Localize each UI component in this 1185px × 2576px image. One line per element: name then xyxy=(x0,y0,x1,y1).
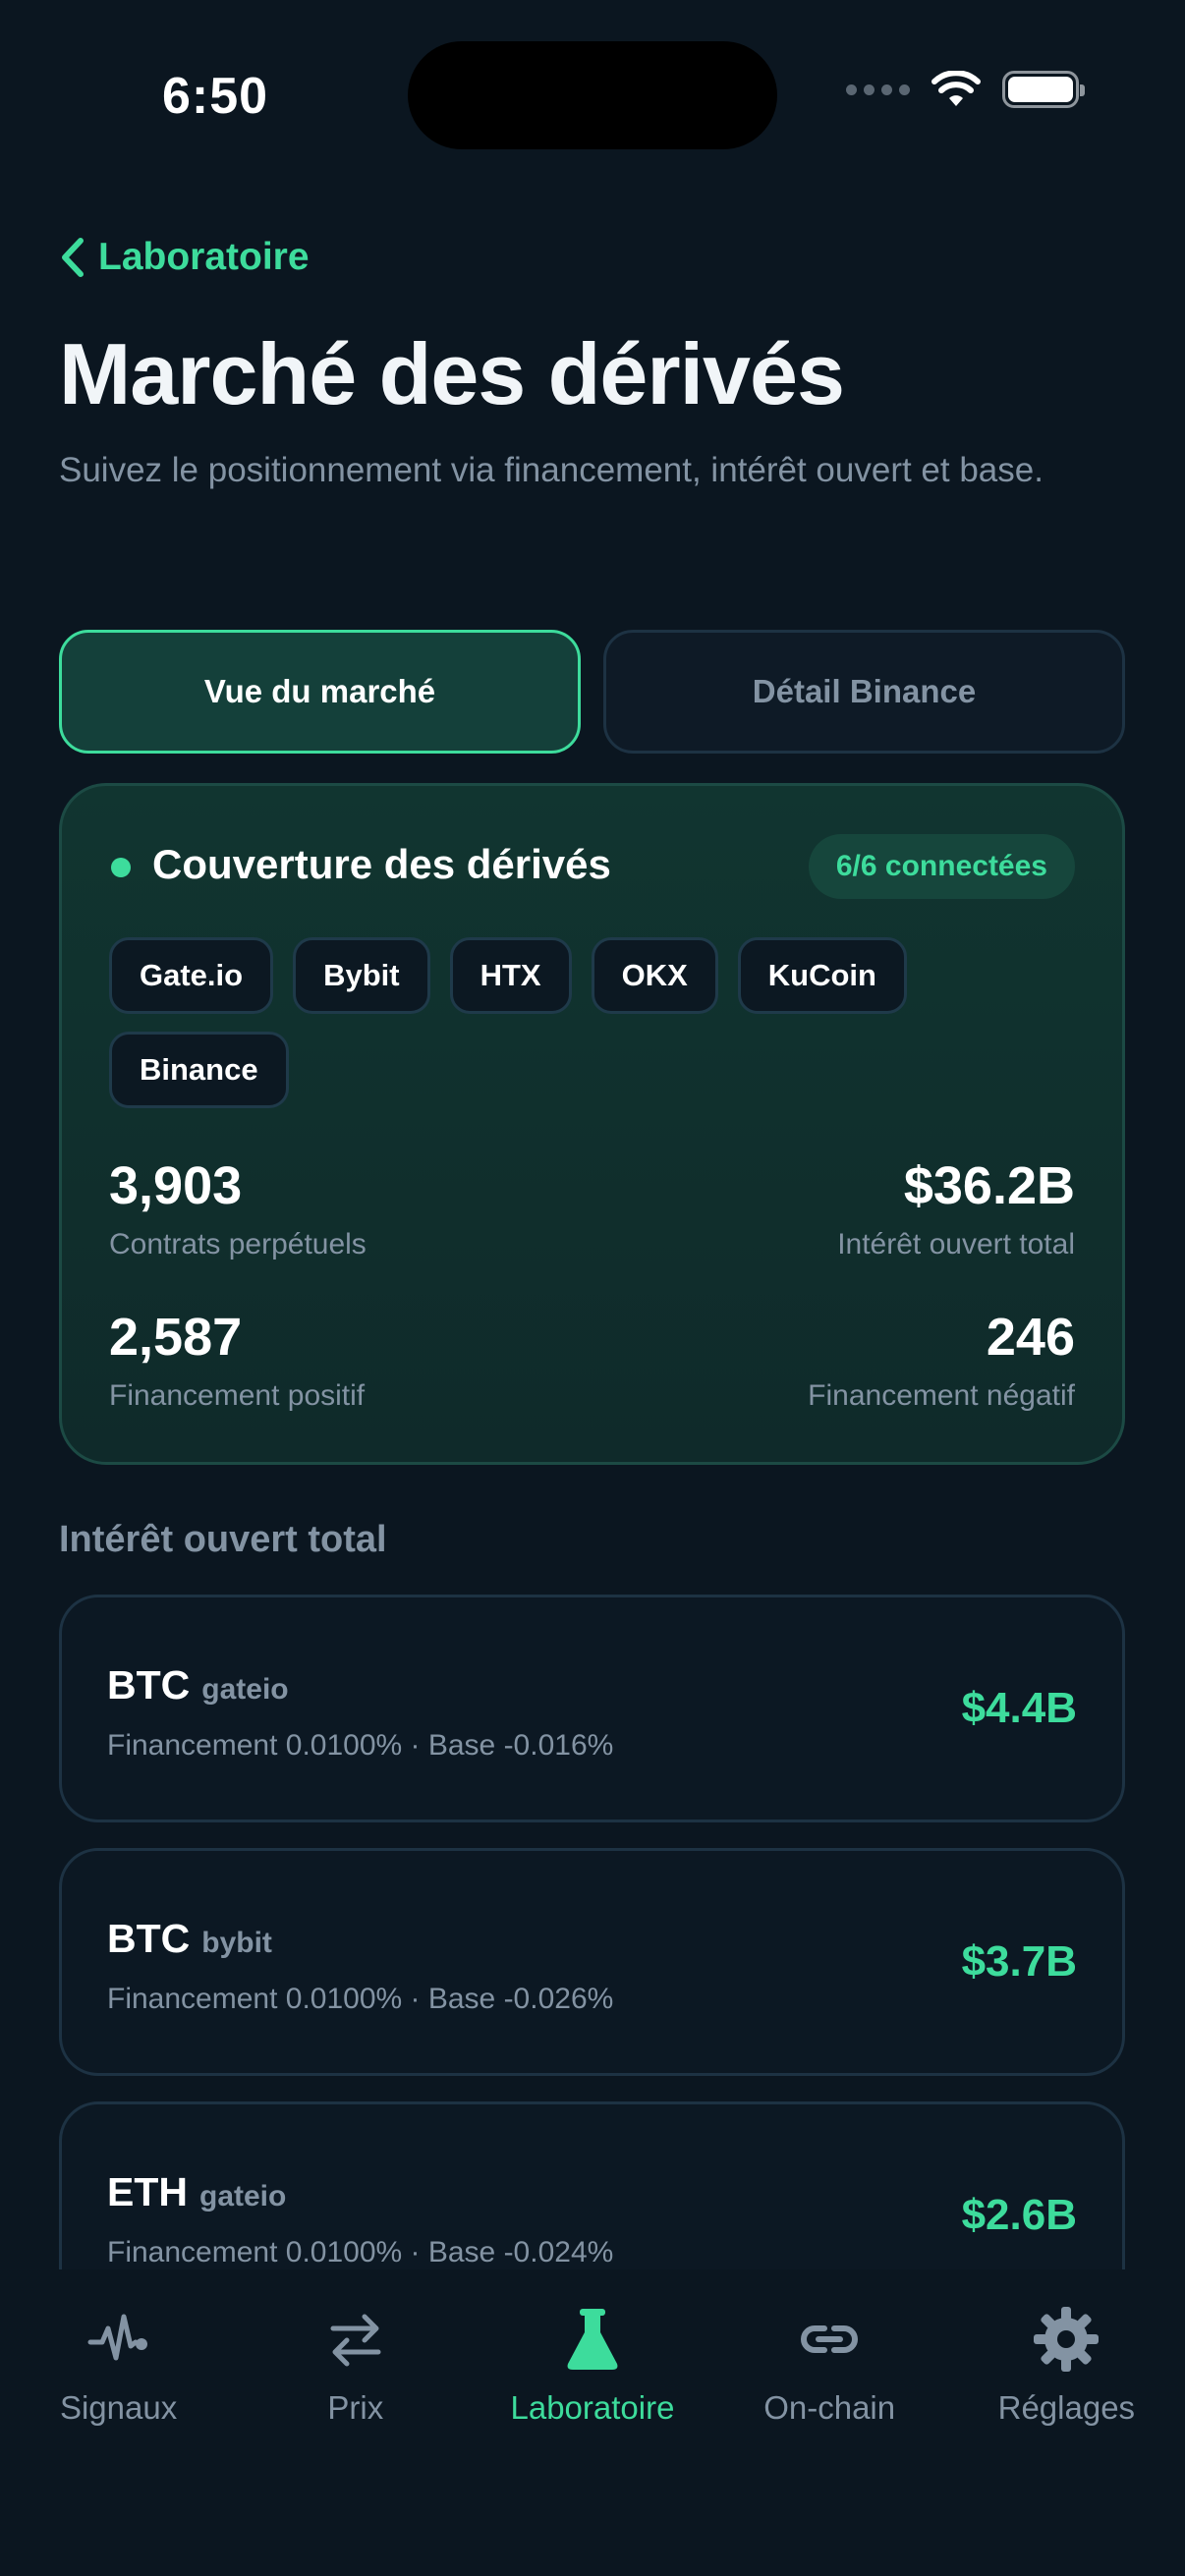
tab-settings[interactable]: Réglages xyxy=(948,2269,1185,2576)
stat-label: Contrats perpétuels xyxy=(109,1228,367,1260)
tab-market-view[interactable]: Vue du marché xyxy=(59,630,581,754)
exchange-chip[interactable]: KuCoin xyxy=(737,937,907,1014)
stat-label: Financement positif xyxy=(109,1379,366,1412)
chevron-left-icon xyxy=(62,238,84,277)
exchange-chip[interactable]: HTX xyxy=(449,937,572,1014)
back-label: Laboratoire xyxy=(98,236,310,278)
tab-label: Réglages xyxy=(997,2389,1136,2426)
exchange-chip[interactable]: Bybit xyxy=(293,937,430,1014)
tab-prices[interactable]: Prix xyxy=(237,2269,474,2576)
oi-name: BTC bybit xyxy=(107,1916,272,1962)
stat-positive-funding: 2,587 Financement positif xyxy=(109,1307,365,1413)
oi-name: BTC gateio xyxy=(107,1662,289,1708)
connected-badge: 6/6 connectées xyxy=(808,834,1075,899)
coverage-title: Couverture des dérivés xyxy=(152,841,611,887)
status-time: 6:50 xyxy=(162,68,269,125)
tab-label: Laboratoire xyxy=(510,2389,675,2426)
wifi-icon xyxy=(931,71,981,106)
gear-icon xyxy=(1032,2305,1100,2374)
oi-exchange: bybit xyxy=(201,1927,272,1959)
stat-label: Financement négatif xyxy=(808,1379,1075,1412)
stat-perpetuals: 3,903 Contrats perpétuels xyxy=(109,1155,367,1261)
battery-icon xyxy=(1002,71,1085,108)
exchange-chips: Gate.io Bybit HTX OKX KuCoin Binance xyxy=(109,937,1082,1108)
oi-symbol: ETH xyxy=(107,2169,188,2214)
oi-exchange: gateio xyxy=(201,1673,289,1706)
oi-value: $3.7B xyxy=(961,1937,1077,1986)
oi-value: $4.4B xyxy=(961,1684,1077,1732)
dynamic-island xyxy=(408,41,777,149)
oi-meta: Financement 0.0100% · Base -0.026% xyxy=(107,1983,614,2015)
link-icon xyxy=(795,2305,864,2374)
oi-symbol: BTC xyxy=(107,1916,191,1961)
exchange-chip[interactable]: Binance xyxy=(109,1032,289,1108)
stat-total-oi: $36.2B Intérêt ouvert total xyxy=(837,1155,1075,1261)
stat-value: 2,587 xyxy=(109,1308,243,1367)
page-subtitle: Suivez le positionnement via financement… xyxy=(59,451,1044,489)
oi-exchange: gateio xyxy=(199,2180,287,2212)
cellular-signal-icon xyxy=(846,84,910,95)
tab-label: Signaux xyxy=(59,2389,178,2426)
status-icons xyxy=(846,71,1085,108)
exchange-chip[interactable]: Gate.io xyxy=(109,937,274,1014)
swap-arrows-icon xyxy=(321,2305,390,2374)
oi-meta: Financement 0.0100% · Base -0.024% xyxy=(107,2236,614,2268)
exchange-chip[interactable]: OKX xyxy=(591,937,718,1014)
tab-onchain[interactable]: On-chain xyxy=(711,2269,948,2576)
oi-value: $2.6B xyxy=(961,2191,1077,2239)
tab-label: Prix xyxy=(327,2389,384,2426)
oi-list-item[interactable]: BTC gateio Financement 0.0100% · Base -0… xyxy=(59,1595,1125,1822)
oi-symbol: BTC xyxy=(107,1662,191,1708)
flask-icon xyxy=(558,2305,627,2374)
oi-list-item[interactable]: BTC bybit Financement 0.0100% · Base -0.… xyxy=(59,1848,1125,2076)
status-bar: 6:50 xyxy=(0,0,1185,196)
tab-signals[interactable]: Signaux xyxy=(0,2269,237,2576)
section-title: Intérêt ouvert total xyxy=(59,1519,387,1560)
stat-label: Intérêt ouvert total xyxy=(837,1228,1075,1260)
stat-value: 246 xyxy=(986,1308,1075,1367)
page-title: Marché des dérivés xyxy=(59,325,845,422)
tab-label: On-chain xyxy=(763,2389,896,2426)
stat-negative-funding: 246 Financement négatif xyxy=(808,1307,1075,1413)
oi-name: ETH gateio xyxy=(107,2169,286,2215)
status-dot xyxy=(111,858,131,877)
coverage-card: Couverture des dérivés 6/6 connectées Ga… xyxy=(59,783,1125,1465)
tab-binance-detail[interactable]: Détail Binance xyxy=(603,630,1125,754)
oi-meta: Financement 0.0100% · Base -0.016% xyxy=(107,1729,614,1762)
back-button[interactable]: Laboratoire xyxy=(59,236,310,279)
tab-laboratory[interactable]: Laboratoire xyxy=(474,2269,710,2576)
pulse-icon xyxy=(85,2305,153,2374)
stat-value: 3,903 xyxy=(109,1156,243,1215)
stat-value: $36.2B xyxy=(903,1156,1075,1215)
bottom-tab-bar: Signaux Prix Laboratoire On-chain Réglag… xyxy=(0,2269,1185,2576)
